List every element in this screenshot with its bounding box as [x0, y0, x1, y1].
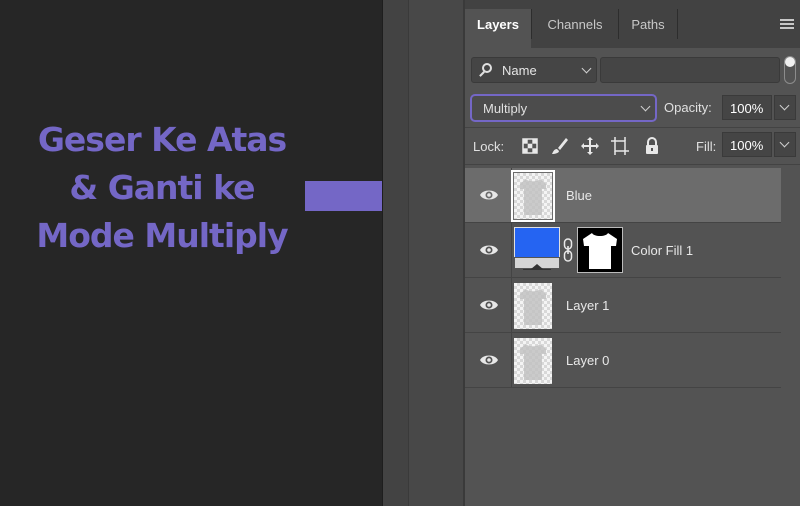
tshirt-icon — [520, 289, 546, 325]
layer-name: Layer 0 — [566, 353, 610, 368]
search-icon — [482, 63, 492, 73]
panel-tabs: Layers Channels Paths — [465, 0, 800, 48]
tab-layers[interactable]: Layers — [465, 9, 531, 48]
lock-image-pixels-icon[interactable] — [551, 136, 569, 156]
filter-kind-label: Name — [502, 63, 537, 78]
canvas-area: Geser Ke Atas & Ganti ke Mode Multiply — [0, 0, 465, 506]
lock-label: Lock: — [473, 139, 505, 154]
panel-dock-strip — [408, 0, 463, 506]
layer-thumbnail — [511, 170, 555, 222]
opacity-dropdown-button[interactable] — [774, 95, 796, 120]
chevron-down-icon — [779, 137, 790, 148]
eye-icon[interactable] — [479, 243, 499, 257]
layer-name: Color Fill 1 — [631, 243, 694, 258]
toolbar-strip — [382, 0, 408, 506]
lock-position-icon[interactable] — [581, 136, 599, 156]
eye-icon[interactable] — [479, 188, 499, 202]
panel-menu-icon[interactable] — [780, 19, 794, 29]
fill-dropdown-button[interactable] — [774, 132, 796, 157]
chevron-down-icon — [640, 101, 651, 112]
layers-panel: Layers Channels Paths Name Multiply Opac… — [463, 0, 800, 506]
link-chain-icon[interactable] — [563, 237, 573, 263]
fill-adjustment-bar — [514, 257, 560, 270]
layer-name: Blue — [566, 188, 593, 203]
blend-mode-label: Multiply — [483, 101, 528, 116]
tshirt-icon — [520, 179, 546, 215]
eye-icon[interactable] — [479, 353, 499, 367]
opacity-label: Opacity: — [664, 100, 712, 115]
annotation-text: Geser Ke Atas & Ganti ke Mode Multiply — [12, 116, 312, 260]
tab-channels[interactable]: Channels — [532, 9, 618, 48]
blend-mode-select[interactable]: Multiply — [470, 94, 657, 122]
lock-all-icon[interactable] — [643, 136, 661, 156]
filter-toggle-knob — [785, 57, 795, 67]
lock-transparent-pixels-icon[interactable] — [521, 136, 539, 156]
layer-row-blue[interactable]: Blue — [465, 168, 781, 223]
tab-paths[interactable]: Paths — [619, 9, 677, 48]
layer-row-layer-1[interactable]: Layer 1 — [465, 278, 781, 333]
opacity-input[interactable]: 100% — [722, 95, 772, 120]
filter-search-input[interactable] — [600, 57, 780, 83]
tshirt-mask-icon — [583, 233, 617, 269]
fill-input[interactable]: 100% — [722, 132, 772, 157]
layer-row-color-fill-1[interactable]: Color Fill 1 — [465, 223, 781, 278]
layer-row-layer-0[interactable]: Layer 0 — [465, 333, 781, 388]
fill-label: Fill: — [696, 139, 717, 154]
layer-thumbnail — [514, 338, 552, 384]
eye-icon[interactable] — [479, 298, 499, 312]
annotation-line-3: Mode Multiply — [36, 216, 288, 255]
chevron-down-icon — [581, 63, 592, 74]
filter-kind-select[interactable]: Name — [471, 57, 597, 83]
chevron-down-icon — [779, 100, 790, 111]
layer-mask-thumbnail[interactable] — [577, 227, 623, 273]
tshirt-icon — [520, 344, 546, 380]
annotation-line-2: & Ganti ke — [69, 168, 255, 207]
layer-thumbnail — [514, 283, 552, 329]
annotation-line-1: Geser Ke Atas — [37, 120, 287, 159]
layer-name: Layer 1 — [566, 298, 610, 313]
filter-toggle[interactable] — [784, 56, 796, 84]
lock-artboard-icon[interactable] — [611, 136, 629, 156]
